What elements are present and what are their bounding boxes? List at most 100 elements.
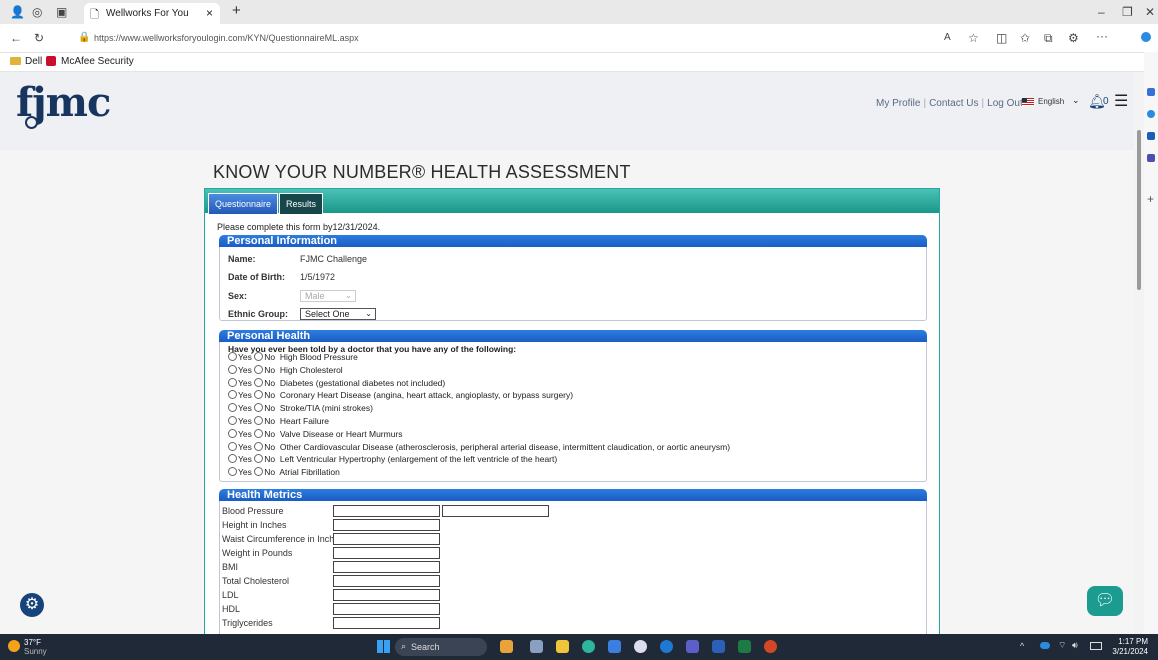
favorites-icon[interactable]: ✩ — [1020, 31, 1030, 45]
no-radio[interactable]: No — [254, 390, 275, 400]
clock-time: 1:17 PM — [1118, 637, 1148, 646]
volume-icon[interactable]: 🔊︎ — [1072, 640, 1078, 651]
edge-icon[interactable] — [582, 640, 595, 653]
yes-radio[interactable]: Yes — [228, 377, 252, 388]
favorite-star-icon[interactable]: ☆ — [968, 31, 979, 45]
yes-radio[interactable]: Yes — [228, 416, 252, 426]
tab-strip: Questionnaire Results — [205, 189, 939, 214]
language-selector[interactable]: English ⌄ — [1022, 94, 1082, 110]
sidebar-app-icon[interactable] — [1147, 110, 1155, 118]
word-icon[interactable] — [712, 640, 725, 653]
dell-icon[interactable] — [634, 640, 647, 653]
taskbar-app-icon[interactable] — [530, 640, 543, 653]
no-radio[interactable]: No — [254, 403, 275, 413]
no-radio[interactable]: No — [254, 377, 275, 388]
hamburger-menu-icon[interactable]: ☰ — [1114, 91, 1128, 111]
show-hidden-icons[interactable]: ^ — [1020, 641, 1024, 651]
close-window-icon[interactable]: ✕ — [1145, 5, 1155, 19]
metric-input[interactable] — [333, 505, 440, 517]
temperature: 37°F — [24, 638, 41, 647]
metric-input[interactable] — [333, 589, 440, 601]
no-radio[interactable]: No — [254, 467, 275, 477]
page-scrollbar[interactable] — [1134, 72, 1144, 634]
taskbar-clock[interactable]: 1:17 PM 3/21/2024 — [1110, 637, 1148, 657]
accessibility-settings-button[interactable]: ⚙ — [20, 593, 44, 617]
radio-circle-icon — [228, 416, 237, 425]
yes-radio[interactable]: Yes — [228, 390, 252, 400]
metric-input[interactable] — [333, 533, 440, 545]
yes-radio[interactable]: Yes — [228, 454, 252, 464]
windows-start-icon[interactable] — [377, 640, 390, 653]
my-profile-link[interactable]: My Profile — [876, 98, 920, 109]
close-tab-icon[interactable]: × — [206, 6, 213, 20]
taskbar-search[interactable]: Search — [395, 638, 487, 656]
minimize-icon[interactable]: – — [1098, 5, 1105, 19]
no-radio[interactable]: No — [254, 428, 275, 439]
radio-circle-icon — [254, 467, 264, 477]
sidebar-app-icon[interactable] — [1147, 88, 1155, 96]
sidebar-app-icon[interactable] — [1147, 132, 1155, 140]
condition-row: Yes No High Blood Pressure — [228, 352, 358, 362]
excel-icon[interactable] — [738, 640, 751, 653]
refresh-icon[interactable]: ↻ — [34, 31, 44, 45]
yes-label: Yes — [238, 390, 252, 401]
copilot-icon[interactable] — [1141, 32, 1151, 42]
yes-radio[interactable]: Yes — [228, 403, 252, 413]
more-menu-icon[interactable]: ··· — [1096, 29, 1108, 43]
favorite-dell[interactable]: Dell — [25, 56, 42, 67]
log-out-link[interactable]: Log Out — [987, 98, 1023, 109]
radio-circle-icon — [254, 441, 264, 451]
workspaces-icon[interactable]: ◎ — [32, 5, 42, 19]
back-icon[interactable]: ← — [10, 31, 22, 45]
collections-icon[interactable]: ⧉ — [1044, 31, 1053, 45]
profile-icon[interactable]: 👤 — [10, 5, 25, 19]
new-tab-button[interactable]: + — [232, 2, 241, 19]
diastolic-input[interactable] — [442, 505, 549, 517]
favorite-mcafee[interactable]: McAfee Security — [61, 56, 134, 67]
battery-icon[interactable] — [1090, 642, 1102, 650]
outlook-icon[interactable] — [660, 640, 673, 653]
metric-input[interactable] — [333, 519, 440, 531]
restore-icon[interactable]: ❐ — [1122, 5, 1133, 19]
taskbar-app-icon[interactable] — [500, 640, 513, 653]
condition-row: Yes No Valve Disease or Heart Murmurs — [228, 428, 403, 439]
lock-icon[interactable]: 🔒 — [78, 31, 90, 45]
metric-input[interactable] — [333, 617, 440, 629]
metric-input[interactable] — [333, 575, 440, 587]
browser-tab[interactable]: 🗋 Wellworks For You × — [84, 3, 220, 24]
yes-radio[interactable]: Yes — [228, 364, 252, 375]
ethnic-group-select[interactable]: Select One ⌄ — [300, 308, 376, 320]
onedrive-icon[interactable] — [1040, 642, 1050, 649]
metric-input[interactable] — [333, 561, 440, 573]
yes-radio[interactable]: Yes — [228, 467, 252, 477]
yes-label: Yes — [238, 454, 252, 465]
no-radio[interactable]: No — [254, 454, 275, 464]
split-screen-icon[interactable]: ◫ — [996, 31, 1007, 45]
no-radio[interactable]: No — [254, 441, 275, 452]
add-sidebar-icon[interactable]: + — [1147, 192, 1154, 206]
contact-us-link[interactable]: Contact Us — [929, 98, 978, 109]
tab-actions-icon[interactable]: ▣ — [56, 5, 67, 19]
extensions-icon[interactable]: ⚙ — [1068, 31, 1079, 45]
file-explorer-icon[interactable] — [556, 640, 569, 653]
yes-radio[interactable]: Yes — [228, 428, 252, 439]
no-radio[interactable]: No — [254, 364, 275, 375]
store-icon[interactable] — [608, 640, 621, 653]
sidebar-app-icon[interactable] — [1147, 154, 1155, 162]
tab-questionnaire[interactable]: Questionnaire — [208, 193, 279, 214]
weather-widget[interactable]: 37°F Sunny — [24, 638, 47, 656]
metric-input[interactable] — [333, 603, 440, 615]
chat-button[interactable]: 💬︎ — [1087, 586, 1123, 616]
address-bar[interactable]: https://www.wellworksforyoulogin.com/KYN… — [94, 33, 359, 43]
powerpoint-icon[interactable] — [764, 640, 777, 653]
teams-icon[interactable] — [686, 640, 699, 653]
metric-input[interactable] — [333, 547, 440, 559]
yes-radio[interactable]: Yes — [228, 352, 252, 362]
wifi-icon[interactable]: ⌔ — [1058, 640, 1066, 651]
yes-radio[interactable]: Yes — [228, 441, 252, 452]
tab-results[interactable]: Results — [279, 193, 324, 214]
read-aloud-icon[interactable]: A — [944, 31, 951, 45]
no-radio[interactable]: No — [254, 352, 275, 362]
scrollbar-thumb[interactable] — [1137, 130, 1141, 290]
no-radio[interactable]: No — [254, 416, 275, 426]
